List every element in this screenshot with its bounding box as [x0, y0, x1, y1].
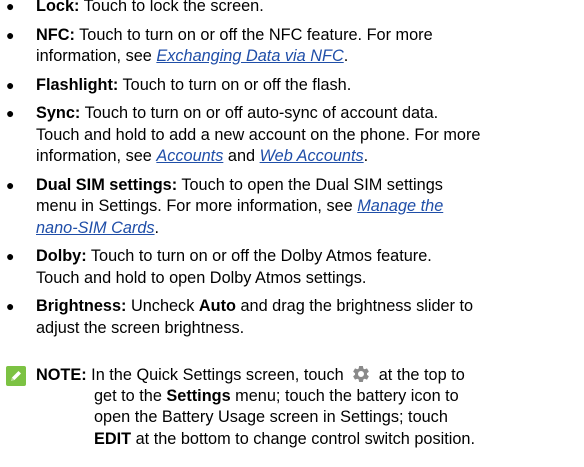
item-line: adjust the screen brightness. — [36, 318, 245, 337]
item-line: information, see Exchanging Data via NFC… — [36, 46, 584, 68]
note-text: at the top to — [378, 366, 465, 384]
gear-icon — [353, 365, 370, 382]
item-text: menu in Settings. For more information, … — [36, 197, 358, 215]
item-title: Dual SIM settings: — [36, 175, 178, 194]
note-continuation: get to the Settings menu; touch the batt… — [94, 386, 475, 451]
item-text: Touch to turn on or off the Dolby Atmos … — [86, 247, 432, 265]
nfc-link[interactable]: Exchanging Data via NFC — [156, 47, 343, 65]
item-line: information, see Accounts and Web Accoun… — [36, 146, 584, 168]
item-text: Touch to turn on or off the NFC feature.… — [74, 25, 433, 44]
item-text: . — [154, 218, 160, 237]
list-item-flashlight: ● Flashlight: Touch to turn on or off th… — [0, 75, 584, 97]
item-text: and — [223, 147, 260, 165]
item-bold-text: Auto — [198, 297, 236, 315]
item-line: Sync: Touch to turn on or off auto-sync … — [36, 103, 584, 125]
item-title: Flashlight: — [36, 75, 119, 94]
item-title: Sync: — [36, 104, 81, 122]
item-title: NFC: — [36, 25, 75, 44]
note-bold-text: Settings — [166, 386, 231, 405]
item-line: Brightness: Uncheck Auto and drag the br… — [36, 296, 584, 318]
item-line: menu in Settings. For more information, … — [36, 196, 584, 218]
note-text: at the bottom to change control switch p… — [131, 429, 476, 448]
item-line: NFC: Touch to turn on or off the NFC fea… — [36, 25, 584, 47]
item-text: Uncheck — [126, 297, 199, 315]
note-line: open the Battery Usage screen in Setting… — [94, 408, 448, 426]
item-text: information, see — [36, 147, 157, 165]
item-text: Touch to lock the screen. — [79, 0, 264, 15]
list-item-brightness: ● Brightness: Uncheck Auto and drag the … — [0, 296, 584, 339]
item-text: . — [343, 47, 349, 65]
item-title: Dolby: — [36, 247, 87, 265]
bullet: ● — [6, 298, 15, 314]
item-line: Touch and hold to open Dolby Atmos setti… — [36, 268, 367, 287]
manual-page: ● Lock: Touch to lock the screen. ● NFC:… — [0, 0, 584, 467]
item-line: Lock: Touch to lock the screen. — [36, 0, 584, 18]
bullet: ● — [6, 26, 15, 43]
item-text: and drag the brightness slider to — [235, 297, 474, 315]
note-line: get to the Settings menu; touch the batt… — [94, 386, 475, 408]
item-line: Touch and hold to add a new account on t… — [36, 125, 481, 144]
manage-sim-link-continued[interactable]: nano-SIM Cards — [36, 219, 155, 237]
note-bold-text: EDIT — [94, 429, 132, 448]
note-text: get to the — [94, 386, 167, 405]
manage-sim-link[interactable]: Manage the — [357, 197, 443, 215]
bullet: ● — [6, 0, 15, 14]
item-text: Touch to turn on or off auto-sync of acc… — [80, 104, 439, 122]
item-text: Touch to turn on or off the flash. — [118, 75, 352, 94]
item-line: Flashlight: Touch to turn on or off the … — [36, 75, 584, 97]
item-title: Brightness: — [36, 297, 127, 315]
quick-settings-list: ● Lock: Touch to lock the screen. ● NFC:… — [0, 0, 584, 339]
item-line: Dual SIM settings: Touch to open the Dua… — [36, 175, 584, 197]
bullet: ● — [6, 248, 15, 264]
item-line: nano-SIM Cards. — [36, 218, 584, 240]
note-label: NOTE: — [36, 366, 87, 384]
list-item-dolby: ● Dolby: Touch to turn on or off the Dol… — [0, 246, 584, 289]
item-title: Lock: — [36, 0, 80, 15]
list-item-dual-sim: ● Dual SIM settings: Touch to open the D… — [0, 175, 584, 240]
list-item-nfc: ● NFC: Touch to turn on or off the NFC f… — [0, 25, 584, 68]
bullet: ● — [6, 176, 15, 193]
item-text: Touch to open the Dual SIM settings — [177, 175, 443, 194]
note-line: NOTE: In the Quick Settings screen, touc… — [36, 364, 465, 387]
accounts-link[interactable]: Accounts — [156, 147, 223, 165]
note-text: menu; touch the battery icon to — [230, 386, 459, 405]
note-line: EDIT at the bottom to change control swi… — [94, 429, 475, 451]
item-text: . — [363, 147, 369, 165]
list-item-sync: ● Sync: Touch to turn on or off auto-syn… — [0, 103, 584, 168]
pencil-note-icon — [6, 366, 26, 386]
list-item-lock: ● Lock: Touch to lock the screen. — [0, 0, 584, 18]
item-line: Dolby: Touch to turn on or off the Dolby… — [36, 246, 584, 268]
bullet: ● — [6, 76, 15, 93]
item-text: information, see — [36, 47, 157, 65]
web-accounts-link[interactable]: Web Accounts — [260, 147, 364, 165]
bullet: ● — [6, 105, 15, 121]
note-text: In the Quick Settings screen, touch — [86, 366, 344, 384]
